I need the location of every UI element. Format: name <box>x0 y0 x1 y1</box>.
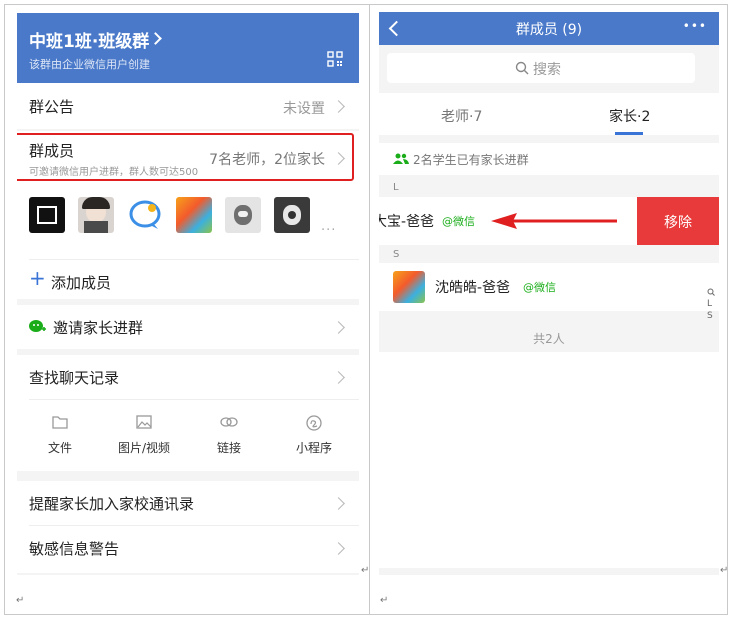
section-header-l: L <box>379 182 719 196</box>
avatar <box>393 271 425 303</box>
group-subtitle: 该群由企业微信用户创建 <box>29 58 150 71</box>
section-letter: S <box>393 249 400 260</box>
chevron-right-icon <box>149 32 162 45</box>
tool-media-label: 图片/视频 <box>117 441 171 455</box>
parents-notice: 2名学生已有家长进群 <box>379 143 719 175</box>
search-chat-section: 查找聊天记录 文件 图片/视频 链接 小程序 <box>17 355 359 471</box>
group-header[interactable]: 中班1班·班级群 该群由企业微信用户创建 <box>17 13 359 83</box>
index-letter-s[interactable]: S <box>707 311 713 321</box>
remove-button[interactable]: 移除 <box>637 197 719 245</box>
tab-bar: 老师·7 家长·2 <box>379 93 719 135</box>
member-list-header: 群成员 (9) ••• <box>379 12 719 45</box>
settings-section: 提醒家长加入家校通讯录 敏感信息警告 <box>17 481 359 573</box>
paragraph-mark: ↵ <box>16 595 25 606</box>
member-name: 沈皓皓-爸爸 <box>435 280 511 296</box>
paragraph-mark: ↵ <box>720 565 729 576</box>
members-value: 7名老师，2位家长 <box>209 152 325 168</box>
search-input[interactable]: 搜索 <box>387 53 695 83</box>
chevron-right-icon <box>332 542 345 555</box>
link-icon <box>220 417 238 427</box>
remind-parents-label: 提醒家长加入家校通讯录 <box>29 495 195 513</box>
tab-active-indicator <box>615 132 643 135</box>
red-arrow-annotation <box>491 213 617 229</box>
more-options-icon[interactable]: ••• <box>683 19 707 33</box>
alphabet-index[interactable]: L S <box>705 288 717 328</box>
list-item[interactable]: 大宝-爸爸 @微信 移除 <box>379 197 719 245</box>
search-icon <box>707 288 715 296</box>
avatar[interactable] <box>225 197 261 233</box>
announcement-value: 未设置 <box>283 101 325 117</box>
member-list-panel: 群成员 (9) ••• 搜索 老师·7 家长·2 2名学生已有家长进群 L 大宝… <box>379 12 719 575</box>
paragraph-mark: ↵ <box>361 565 370 576</box>
more-members-icon[interactable]: ... <box>321 219 336 234</box>
tool-file[interactable]: 文件 <box>25 415 95 463</box>
group-title: 中班1班·班级群 <box>29 32 150 52</box>
list-blank-area <box>379 352 719 568</box>
column-divider <box>369 4 370 615</box>
tab-parents[interactable]: 家长·2 <box>609 106 650 126</box>
invite-parents-label: 邀请家长进群 <box>53 319 144 337</box>
chevron-right-icon <box>332 321 345 334</box>
member-avatars: ... <box>29 197 349 237</box>
chevron-right-icon <box>332 371 345 384</box>
member-name: 大宝-爸爸 <box>379 214 435 230</box>
remind-parents-row[interactable]: 提醒家长加入家校通讯录 <box>17 481 359 525</box>
tab-teachers[interactable]: 老师·7 <box>441 106 482 126</box>
tool-link-label: 链接 <box>216 441 241 455</box>
members-row[interactable]: 群成员 可邀请微信用户进群，群人数可达500 7名老师，2位家长 ... + 添… <box>17 131 359 299</box>
people-icon <box>393 153 409 164</box>
separator <box>29 399 359 400</box>
members-hint: 可邀请微信用户进群，群人数可达500 <box>29 167 199 178</box>
tool-miniprogram-label: 小程序 <box>295 441 332 455</box>
parents-notice-text: 2名学生已有家长进群 <box>413 153 529 167</box>
search-bar-area: 搜索 <box>379 45 719 93</box>
tool-media[interactable]: 图片/视频 <box>109 415 179 463</box>
announcement-label: 群公告 <box>29 98 75 116</box>
section-letter: L <box>393 182 399 193</box>
add-member-plus-icon: + <box>29 266 46 290</box>
members-label: 群成员 <box>29 142 75 160</box>
paragraph-mark: ↵ <box>380 595 389 606</box>
chevron-right-icon <box>332 100 345 113</box>
wechat-source-tag: @微信 <box>523 281 556 294</box>
chevron-right-icon <box>332 497 345 510</box>
group-info-panel: 中班1班·班级群 该群由企业微信用户创建 群公告 未设置 群成员 可邀请微信用户… <box>17 13 359 575</box>
folder-icon <box>52 416 68 429</box>
total-count: 共2人 <box>533 332 565 346</box>
tool-link[interactable]: 链接 <box>194 415 264 463</box>
announcement-row[interactable]: 群公告 未设置 <box>17 83 359 129</box>
avatar[interactable] <box>29 197 65 233</box>
qr-code-icon[interactable] <box>327 51 343 67</box>
sensitive-info-row[interactable]: 敏感信息警告 <box>17 526 359 570</box>
avatar[interactable] <box>127 197 163 233</box>
tool-file-label: 文件 <box>47 441 72 455</box>
wechat-invite-icon <box>29 320 46 332</box>
invite-parents-row[interactable]: 邀请家长进群 <box>17 305 359 349</box>
separator <box>29 259 359 260</box>
search-chat-row[interactable]: 查找聊天记录 <box>17 355 359 399</box>
remove-button-label: 移除 <box>664 215 692 231</box>
sensitive-info-label: 敏感信息警告 <box>29 540 120 558</box>
miniprogram-icon <box>306 415 322 431</box>
member-list-title: 群成员 (9) <box>515 22 583 38</box>
add-member-label[interactable]: 添加成员 <box>51 272 111 293</box>
search-icon <box>515 61 529 75</box>
section-header-s: S <box>379 249 719 263</box>
list-item[interactable]: 沈皓皓-爸爸 @微信 <box>379 263 719 311</box>
search-placeholder: 搜索 <box>533 62 561 78</box>
search-chat-label: 查找聊天记录 <box>29 369 120 387</box>
image-icon <box>136 415 152 429</box>
avatar[interactable] <box>78 197 114 233</box>
avatar[interactable] <box>274 197 310 233</box>
avatar[interactable] <box>176 197 212 233</box>
tool-miniprogram[interactable]: 小程序 <box>279 415 349 463</box>
index-letter-l[interactable]: L <box>707 299 712 309</box>
wechat-source-tag: @微信 <box>442 215 475 228</box>
